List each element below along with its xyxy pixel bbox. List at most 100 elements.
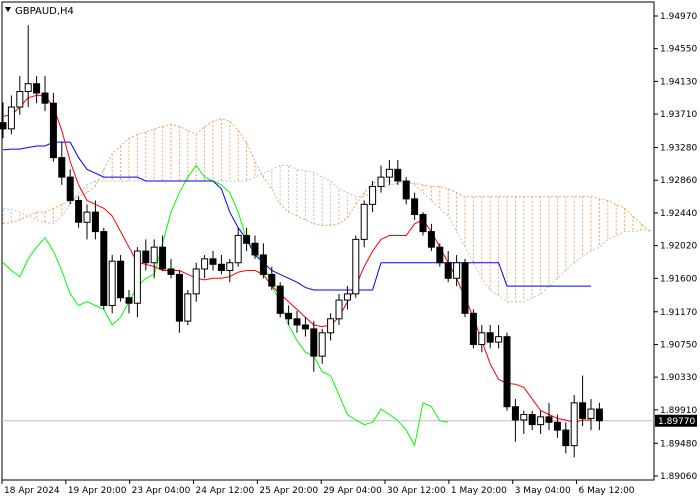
candle [66, 169, 74, 205]
candle [360, 200, 368, 248]
y-tick-label: 1.89060 [660, 472, 697, 482]
candle-body [184, 293, 192, 322]
candle [511, 398, 519, 442]
candle-body [419, 213, 427, 233]
candle [226, 258, 234, 283]
candle [108, 254, 116, 314]
y-axis: 1.94970 1.94550 1.94130 1.93710 1.93280 1.928… [654, 12, 697, 482]
candle [268, 266, 276, 290]
candle [117, 254, 125, 302]
candle [251, 235, 259, 259]
x-tick-label: 6 May 12:00 [579, 486, 635, 496]
candle-body [217, 263, 225, 272]
x-tick-label: 29 Apr 04:00 [323, 486, 382, 496]
candle [175, 270, 183, 333]
candle [352, 235, 360, 298]
candle [394, 159, 402, 185]
x-tick-label: 19 Apr 20:00 [68, 486, 127, 496]
candle-body [33, 83, 41, 94]
candle-body [369, 185, 377, 205]
candle-body [7, 106, 15, 130]
chikou-span-line [2, 164, 449, 448]
candle [58, 142, 66, 185]
candle [100, 227, 108, 310]
candle [49, 93, 57, 162]
x-axis: 18 Apr 2024 19 Apr 20:00 23 Apr 04:00 24 Ap… [1, 480, 635, 496]
candle-body [159, 246, 167, 270]
senkou-span-b-line [2, 164, 650, 303]
y-tick-label: 1.90750 [660, 340, 697, 350]
candle-body [167, 268, 175, 275]
candle-body [49, 102, 57, 159]
candle [133, 247, 141, 318]
candle-body [117, 260, 125, 299]
candle-body [234, 234, 242, 264]
candle [469, 309, 477, 349]
y-tick-label: 1.91600 [660, 274, 697, 284]
x-tick-label: 30 Apr 12:00 [387, 486, 446, 496]
candle-body [226, 262, 234, 272]
candle [125, 289, 133, 314]
dropdown-triangle-icon[interactable] [5, 7, 11, 12]
candle-body [75, 199, 83, 223]
candle-body [377, 176, 385, 187]
candle-body [587, 408, 595, 419]
candle [453, 254, 461, 287]
y-tick-label: 1.92020 [660, 242, 697, 252]
y-tick-label: 1.94550 [660, 45, 697, 55]
y-tick-label: 1.90330 [660, 373, 697, 383]
ichimoku-cloud [2, 118, 651, 303]
candle [285, 305, 293, 326]
y-tick-label: 1.91170 [660, 308, 697, 318]
candle [184, 289, 192, 326]
candle-body [100, 231, 108, 307]
candle [335, 293, 343, 326]
candle-body [133, 250, 141, 304]
chart-title-group: GBPAUD,H4 [5, 6, 74, 17]
candle [537, 410, 545, 434]
y-tick-label: 1.93280 [660, 144, 697, 154]
candle-body [41, 92, 49, 104]
candle [301, 317, 309, 337]
y-tick-label: 1.89910 [660, 406, 697, 416]
candle [41, 75, 49, 111]
candle [24, 25, 32, 108]
x-tick-label: 18 Apr 2024 [4, 486, 60, 496]
candle [495, 325, 503, 349]
y-tick-label: 1.94970 [660, 12, 697, 22]
candle-body [66, 176, 74, 201]
candle [75, 196, 83, 228]
candle [192, 262, 200, 302]
candle [167, 258, 175, 279]
candle-body [352, 238, 360, 295]
candle [436, 243, 444, 267]
candle-body [0, 122, 7, 130]
candle [217, 254, 225, 275]
candle-body [394, 168, 402, 182]
candle-body [469, 312, 477, 345]
candle [33, 75, 41, 104]
candle-body [545, 416, 553, 423]
candle [419, 212, 427, 236]
candle-body [528, 414, 536, 426]
candle-body [24, 83, 32, 92]
candlesticks [0, 25, 603, 458]
x-tick-label: 3 May 04:00 [515, 486, 571, 496]
candle [0, 102, 7, 139]
candle-body [209, 258, 217, 265]
candle-body [108, 260, 116, 307]
candle-body [142, 250, 150, 264]
y-tick-label: 1.93710 [660, 110, 697, 120]
candle [545, 402, 553, 431]
candle [478, 325, 486, 353]
candle-body [327, 318, 335, 334]
candle-body [259, 254, 267, 275]
candle [553, 414, 561, 438]
candle-body [16, 90, 24, 108]
candle [369, 181, 377, 213]
candle-body [91, 211, 99, 233]
candle-body [495, 336, 503, 343]
candle-body [478, 332, 486, 345]
candle [503, 332, 511, 411]
candle-body [268, 273, 276, 287]
